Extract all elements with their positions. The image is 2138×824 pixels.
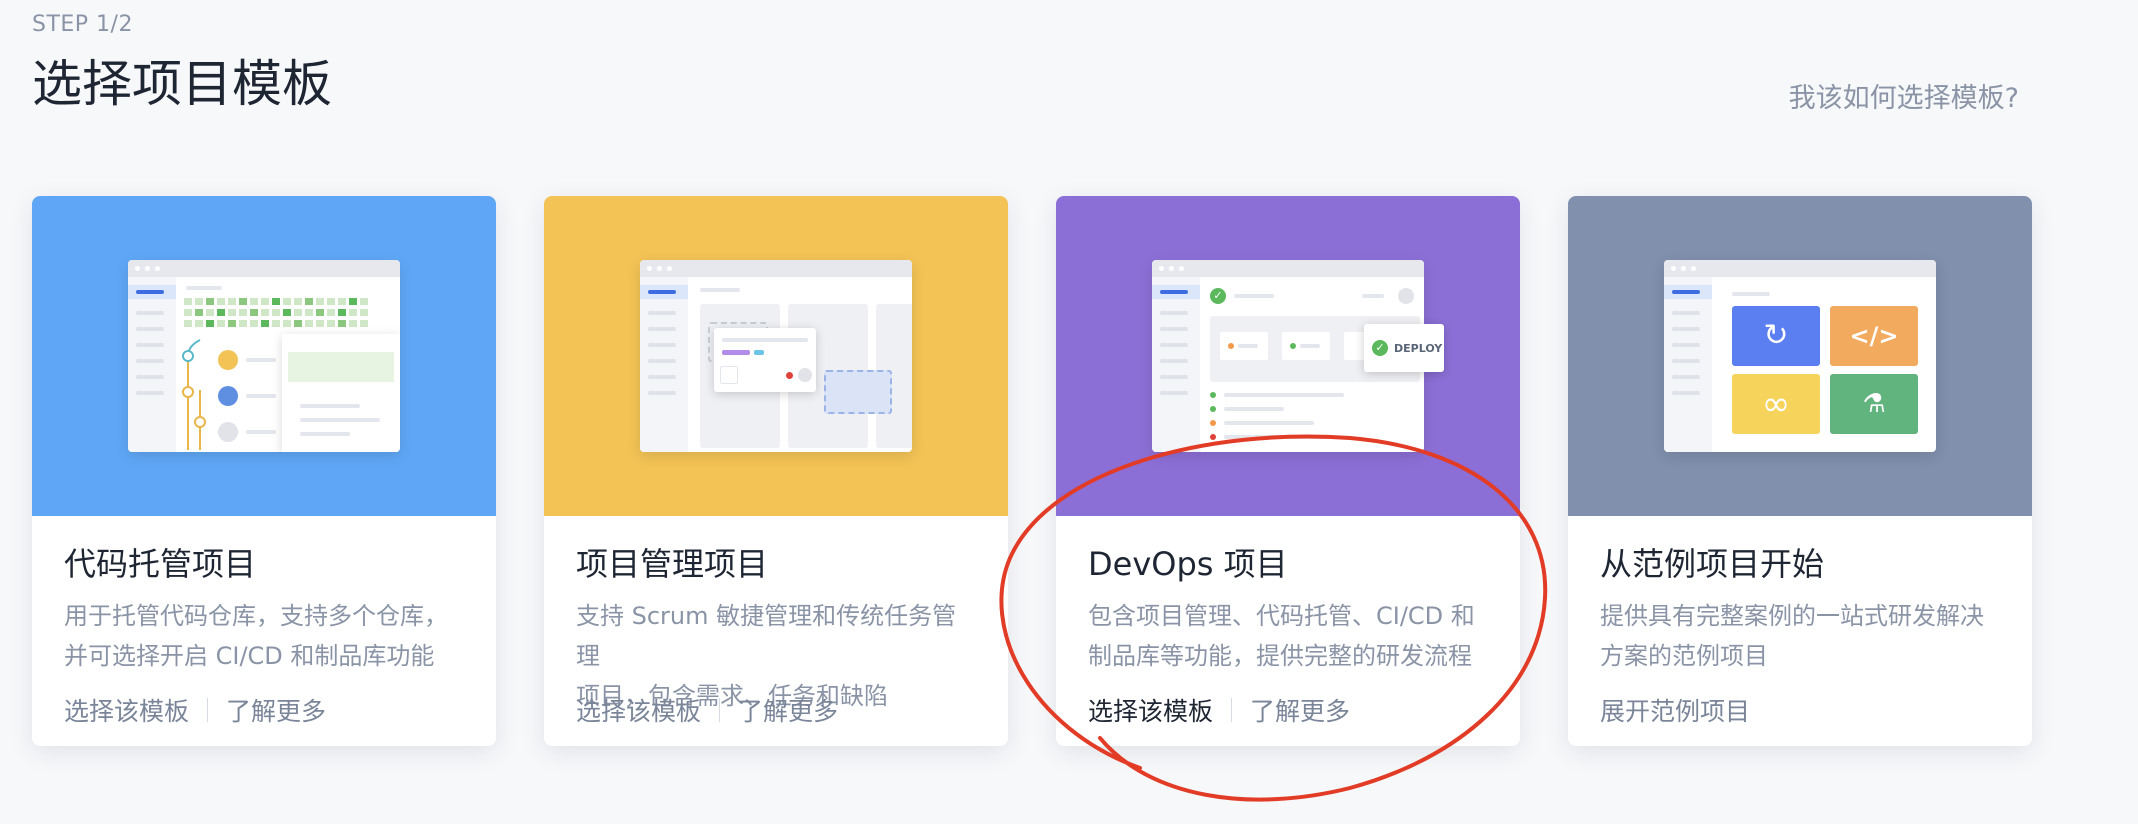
action-divider [1231,698,1233,722]
card-description-line: 方案的范例项目 [1600,642,1768,670]
deploy-badge: ✓ DEPLOY [1364,324,1444,372]
card-banner-devops: ✓ ✓ DEPLOY [1056,196,1520,516]
card-description-line: 提供具有完整案例的一站式研发解决 [1600,602,1984,630]
help-link[interactable]: 我该如何选择模板? [1789,76,2019,115]
card-description: 用于托管代码仓库，支持多个仓库， 并可选择开启 CI/CD 和制品库功能 [64,596,464,676]
learn-more-link[interactable]: 了解更多 [226,692,326,728]
code-icon: </> [1830,306,1918,366]
expand-example-projects-button[interactable]: 展开范例项目 [1600,692,1750,728]
card-description-line: 用于托管代码仓库，支持多个仓库， [64,602,448,630]
code-hosting-illustration [128,260,400,452]
diff-panel [282,334,400,452]
card-title: 从范例项目开始 [1600,545,1825,583]
card-description: 支持 Scrum 敏捷管理和传统任务管理 项目，包含需求、任务和缺陷 [576,596,976,710]
template-card-devops[interactable]: ✓ ✓ DEPLOY DevOps 项目 包含项目管理、代码托管、CI/CD 和… [1056,196,1520,746]
card-description-line: 制品库等功能，提供完整的研发流程 [1088,642,1472,670]
card-title: DevOps 项目 [1088,545,1288,583]
select-template-button[interactable]: 选择该模板 [64,692,189,728]
select-template-button[interactable]: 选择该模板 [1088,692,1213,728]
action-divider [207,698,209,722]
page-title: 选择项目模板 [32,55,332,113]
learn-more-link[interactable]: 了解更多 [1250,692,1350,728]
card-description: 提供具有完整案例的一站式研发解决 方案的范例项目 [1600,596,2000,676]
flask-icon: ⚗ [1830,374,1918,434]
card-banner-project-management [544,196,1008,516]
check-icon: ✓ [1372,340,1388,356]
select-template-button[interactable]: 选择该模板 [576,692,701,728]
card-title: 代码托管项目 [64,545,257,583]
card-description: 包含项目管理、代码托管、CI/CD 和 制品库等功能，提供完整的研发流程 [1088,596,1488,676]
check-icon: ✓ [1210,288,1226,304]
card-description-line: 支持 Scrum 敏捷管理和传统任务管理 [576,602,957,670]
template-card-project-management[interactable]: 项目管理项目 支持 Scrum 敏捷管理和传统任务管理 项目，包含需求、任务和缺… [544,196,1008,746]
kanban-illustration [640,260,912,452]
example-illustration: ↻ </> ∞ ⚗ [1664,260,1936,452]
card-banner-code-hosting [32,196,496,516]
template-card-code-hosting[interactable]: 代码托管项目 用于托管代码仓库，支持多个仓库， 并可选择开启 CI/CD 和制品… [32,196,496,746]
card-banner-example: ↻ </> ∞ ⚗ [1568,196,2032,516]
refresh-icon: ↻ [1732,306,1820,366]
deploy-label: DEPLOY [1394,341,1443,355]
card-description-line: 包含项目管理、代码托管、CI/CD 和 [1088,602,1475,630]
card-title: 项目管理项目 [576,545,769,583]
card-description-line: 并可选择开启 CI/CD 和制品库功能 [64,642,435,670]
infinity-icon: ∞ [1732,374,1820,434]
action-divider [719,698,721,722]
template-selection-page: STEP 1/2 选择项目模板 我该如何选择模板? 代码托管项目 用于托管代码仓… [0,0,2138,824]
step-indicator: STEP 1/2 [32,12,133,37]
task-card [714,328,816,392]
avatar [1398,288,1414,304]
template-card-example[interactable]: ↻ </> ∞ ⚗ 从范例项目开始 提供具有完整案例的一站式研发解决 方案的范例… [1568,196,2032,746]
learn-more-link[interactable]: 了解更多 [738,692,838,728]
